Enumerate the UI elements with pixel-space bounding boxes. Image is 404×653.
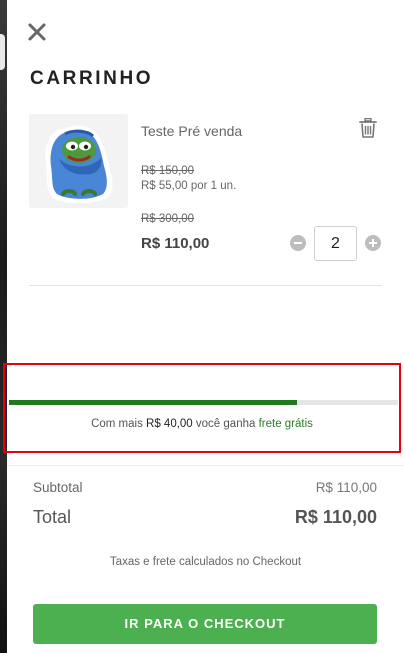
product-thumbnail[interactable] [29,114,128,208]
free-shipping-prefix: Com mais [91,418,147,430]
unit-price-original: R$ 150,00 [141,165,195,177]
free-shipping-message: Com mais R$ 40,00 você ganha frete gráti… [5,418,399,430]
subtotal-label: Subtotal [33,480,83,495]
cart-drawer: CARRINHO Teste Pré venda R$ 150,00 R$ 55… [3,0,404,653]
summary-divider [7,465,404,466]
remove-item-button[interactable] [359,118,377,138]
tax-note: Taxas e frete calculados no Checkout [109,556,302,568]
quantity-increase-button[interactable] [365,235,381,251]
backdrop-edge [0,34,5,70]
unit-price-current: R$ 55,00 por 1 un. [141,180,237,192]
item-divider [29,285,382,286]
quantity-decrease-button[interactable] [290,235,306,251]
free-shipping-label: frete grátis [258,418,313,430]
checkout-button[interactable]: IR PARA O CHECKOUT [33,604,377,644]
free-shipping-middle: você ganha [192,418,259,430]
close-button[interactable] [25,20,49,44]
line-price-current: R$ 110,00 [141,235,210,252]
free-shipping-progress-bar [9,400,398,405]
trash-icon [359,118,377,138]
total-label: Total [33,507,72,527]
close-icon [28,23,46,41]
product-name[interactable]: Teste Pré venda [141,123,242,139]
page-backdrop [0,0,7,653]
free-shipping-amount: R$ 40,00 [146,418,193,430]
total-value: R$ 110,00 [294,507,377,527]
cart-title: CARRINHO [30,68,154,89]
line-price-original: R$ 300,00 [141,213,195,225]
subtotal-value: R$ 110,00 [315,480,377,495]
free-shipping-progress-fill [9,400,297,405]
quantity-input[interactable]: 2 [314,226,357,261]
free-shipping-highlight: Com mais R$ 40,00 você ganha frete gráti… [3,363,401,453]
frog-blanket-sticker-icon [29,114,128,208]
